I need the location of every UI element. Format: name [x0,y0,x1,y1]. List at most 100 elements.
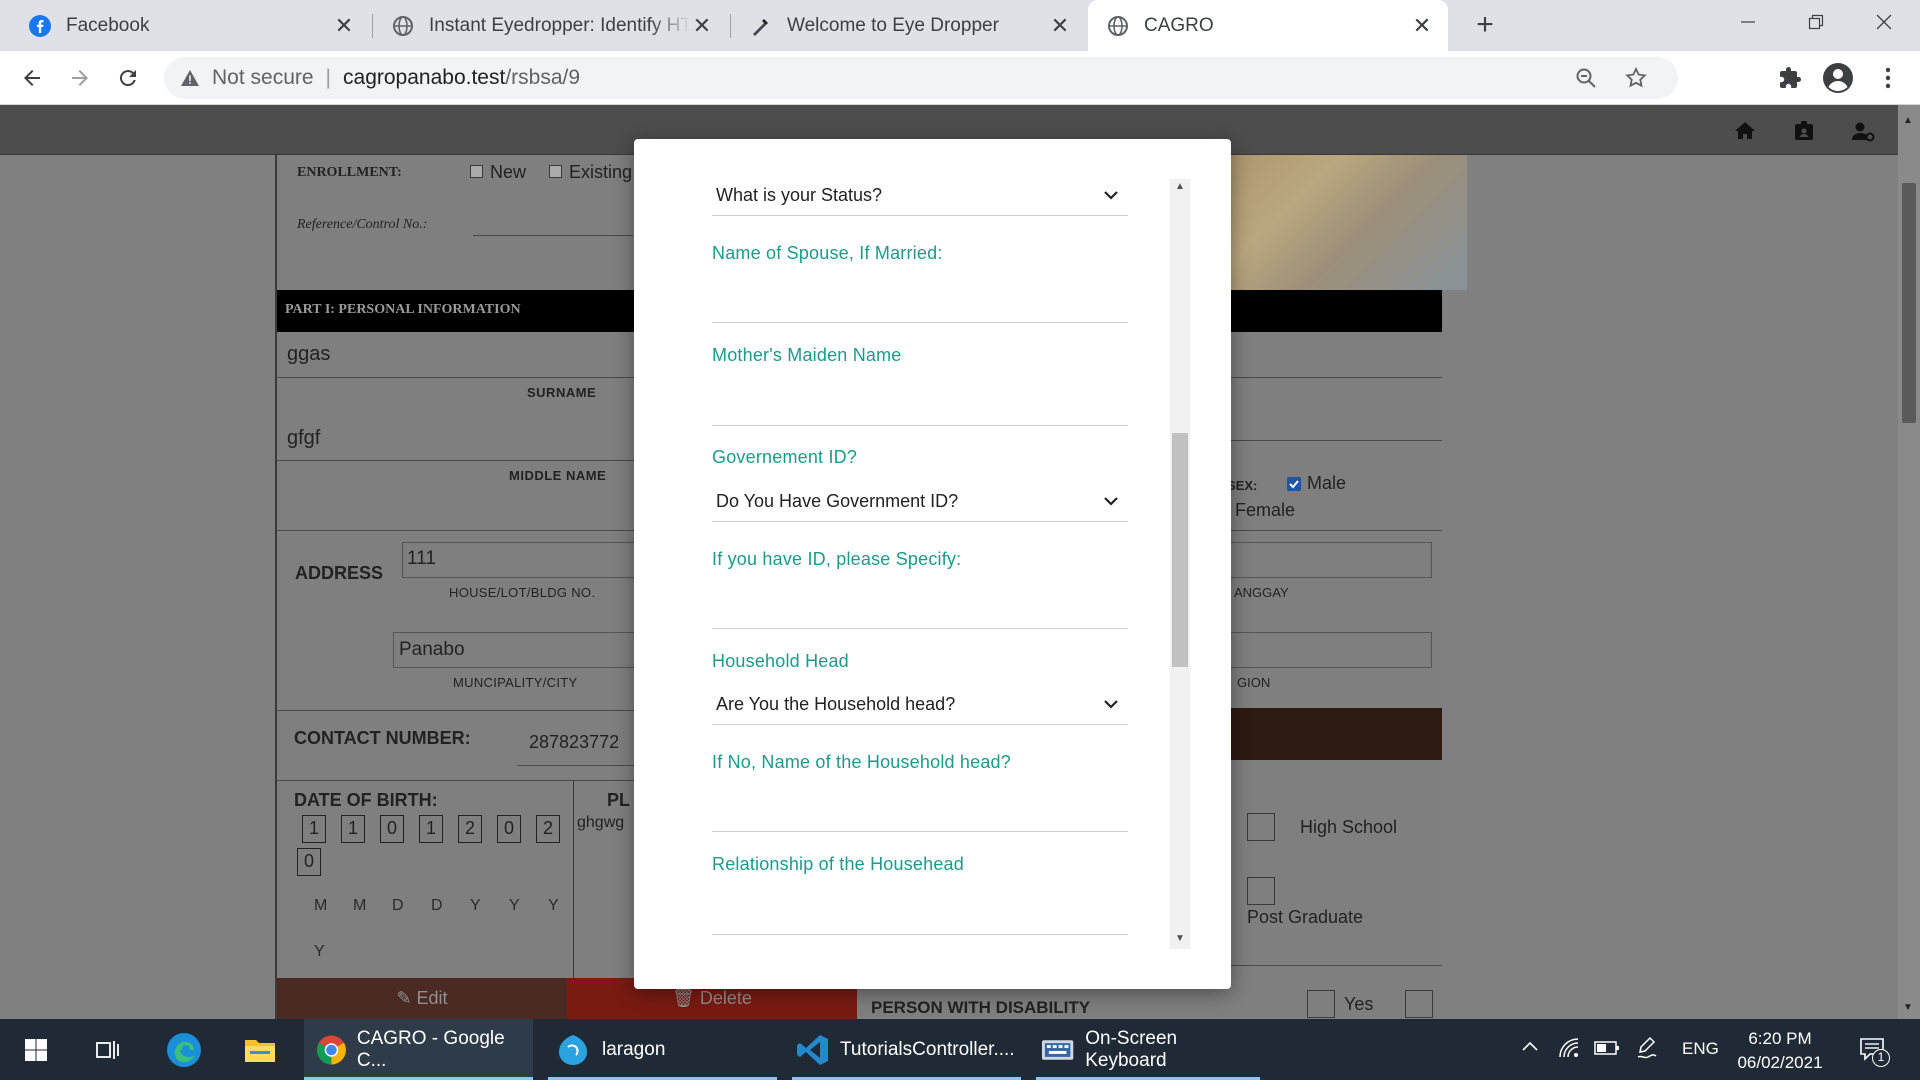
tab-cagro[interactable]: CAGRO ✕ [1088,0,1448,51]
url-path: /rsbsa/9 [505,66,581,89]
middle-name-value[interactable]: gfgf [287,427,320,450]
id-specify-input[interactable] [712,628,1128,629]
modal-scrollbar[interactable]: ▲ ▼ [1170,179,1190,949]
taskbar-app-chrome[interactable]: CAGRO - Google C... [304,1019,533,1080]
region-field[interactable] [1212,632,1432,668]
close-icon[interactable]: ✕ [1410,13,1434,38]
browser-tab-strip: Facebook ✕ Instant Eyedropper: Identify … [0,0,1920,51]
pen-workspace-icon[interactable] [1636,1036,1658,1065]
dob-format-letter: M [353,897,367,914]
dob-digit-box[interactable]: 0 [497,815,521,843]
tab-eyedropper-info[interactable]: Instant Eyedropper: Identify HTML ✕ [373,0,728,51]
pwd-yes-checkbox[interactable] [1307,990,1335,1018]
id-badge-icon[interactable] [1792,119,1816,143]
clock[interactable]: 6:20 PM 06/02/2021 [1736,1027,1824,1075]
page-scrollbar-thumb[interactable] [1902,183,1916,423]
url-divider: | [325,66,332,89]
house-number-field[interactable] [402,542,642,578]
dob-digit-box[interactable]: 2 [458,815,482,843]
notification-center-button[interactable]: 1 [1858,1035,1890,1068]
mother-maiden-input[interactable] [712,425,1128,426]
place-of-birth-value: ghgwg [577,814,625,831]
taskbar-app-laragon[interactable]: laragon [548,1019,777,1080]
scroll-down-arrow-icon[interactable]: ▼ [1903,1002,1913,1013]
more-vertical-icon [1885,67,1891,89]
status-select[interactable]: What is your Status? [712,176,1128,216]
contact-label: CONTACT NUMBER: [294,728,471,748]
close-window-button[interactable] [1854,0,1914,44]
back-button[interactable] [14,60,50,96]
reference-label: Reference/Control No.: [297,217,428,232]
close-icon[interactable]: ✕ [690,13,714,38]
forward-button[interactable] [62,60,98,96]
chevron-up-icon[interactable] [1520,1037,1540,1062]
place-of-birth-label: PL [607,790,631,810]
edge-icon [167,1032,201,1067]
contact-value[interactable]: 287823772 [529,732,619,753]
barangay-field[interactable] [1212,542,1432,578]
new-tab-button[interactable]: + [1455,3,1515,47]
scroll-up-arrow-icon[interactable]: ▲ [1903,115,1913,126]
browser-toolbar: Not secure | cagropanabo.test/rsbsa/9 [0,51,1920,105]
taskbar-app-onscreen-keyboard[interactable]: On-Screen Keyboard [1036,1019,1260,1080]
chevron-down-icon [1104,191,1118,200]
new-checkbox[interactable] [470,165,483,178]
dob-digit-box[interactable]: 0 [297,848,321,876]
modal-scrollbar-thumb[interactable] [1172,433,1188,667]
dob-format-letter: Y [548,897,559,914]
existing-checkbox[interactable] [549,165,562,178]
high-school-checkbox[interactable] [1247,813,1275,841]
government-id-select[interactable]: Do You Have Government ID? [712,482,1128,522]
battery-icon[interactable] [1594,1039,1620,1062]
dob-digit-box[interactable]: 2 [536,815,560,843]
delete-label: Delete [699,988,752,1008]
reload-button[interactable] [110,60,146,96]
extensions-button[interactable] [1772,60,1808,96]
user-settings-icon[interactable] [1851,119,1875,143]
scroll-down-arrow-icon[interactable]: ▼ [1175,933,1185,944]
home-icon[interactable] [1733,119,1757,143]
security-label[interactable]: Not secure [212,66,314,90]
dob-digit-box[interactable]: 1 [341,815,365,843]
house-number-value: 111 [407,548,436,569]
sex-label: SEX: [1227,478,1258,493]
address-bar[interactable]: Not secure | cagropanabo.test/rsbsa/9 [164,57,1678,99]
edit-button[interactable]: ✎ Edit [277,978,567,1019]
profile-button[interactable] [1820,60,1856,96]
scroll-up-arrow-icon[interactable]: ▲ [1175,181,1185,192]
edge-button[interactable] [162,1019,206,1080]
tab-facebook[interactable]: Facebook ✕ [10,0,370,51]
tab-welcome-eyedropper[interactable]: Welcome to Eye Dropper ✕ [731,0,1086,51]
dob-digit-box[interactable]: 1 [302,815,326,843]
browser-menu-button[interactable] [1870,60,1906,96]
page-scrollbar[interactable]: ▲ ▼ [1898,105,1920,1019]
task-view-button[interactable] [86,1019,130,1080]
taskbar-app-vscode[interactable]: TutorialsController.... [792,1019,1021,1080]
zoom-icon[interactable] [1574,66,1598,90]
spouse-label: Name of Spouse, If Married: [712,243,943,263]
file-explorer-button[interactable] [238,1019,282,1080]
household-head-name-input[interactable] [712,831,1128,832]
close-icon[interactable]: ✕ [1048,13,1072,38]
surname-value[interactable]: ggas [287,343,330,366]
restore-button[interactable] [1786,0,1846,44]
close-icon[interactable]: ✕ [332,13,356,38]
tab-title: CAGRO [1144,14,1214,36]
male-checkbox-checked[interactable] [1287,477,1301,491]
middle-name-label: MIDDLE NAME [509,468,607,483]
dob-digit-box[interactable]: 0 [380,815,404,843]
relationship-input[interactable] [712,934,1128,935]
post-graduate-checkbox[interactable] [1247,877,1275,905]
minimize-button[interactable] [1718,0,1778,44]
household-head-select[interactable]: Are You the Household head? [712,685,1128,725]
household-head-label: Household Head [712,651,849,671]
start-button[interactable] [14,1019,58,1080]
dob-digit-box[interactable]: 1 [419,815,443,843]
pwd-yes-label: Yes [1344,994,1374,1014]
language-indicator[interactable]: ENG [1682,1039,1719,1059]
bookmark-star-icon[interactable] [1624,66,1648,90]
pwd-no-checkbox[interactable] [1405,990,1433,1018]
middle-name-line [277,460,677,461]
network-icon[interactable] [1558,1037,1580,1064]
spouse-input[interactable] [712,322,1128,323]
